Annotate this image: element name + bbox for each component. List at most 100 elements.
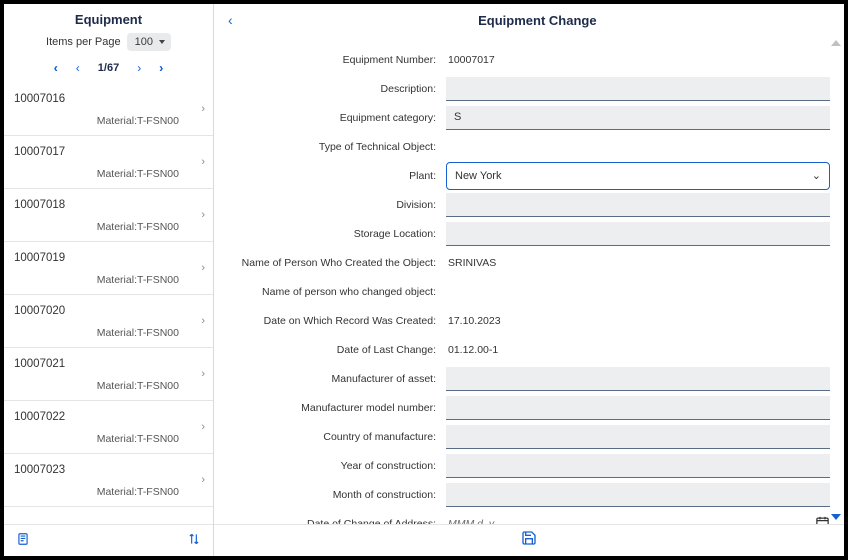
label-manufacturer: Manufacturer of asset: <box>228 373 436 385</box>
row-month-construction: Month of construction: <box>228 480 830 509</box>
list-item-material: Material:T-FSN00 <box>14 274 203 286</box>
row-country: Country of manufacture: <box>228 422 830 451</box>
row-equipment-category: Equipment category: <box>228 103 830 132</box>
input-country[interactable] <box>446 425 830 449</box>
input-year-construction[interactable] <box>446 454 830 478</box>
label-plant: Plant: <box>228 170 436 182</box>
chevron-right-icon: › <box>201 209 205 221</box>
label-tech-object: Type of Technical Object: <box>228 141 436 153</box>
chevron-right-icon: › <box>201 103 205 115</box>
input-description[interactable] <box>446 77 830 101</box>
label-division: Division: <box>228 199 436 211</box>
list-item-material: Material:T-FSN00 <box>14 221 203 233</box>
items-per-page-value: 100 <box>135 36 153 48</box>
detail-header: ‹ Equipment Change <box>214 4 844 39</box>
sidebar-footer <box>4 524 213 556</box>
input-storage-location[interactable] <box>446 222 830 246</box>
detail-footer <box>214 524 844 556</box>
row-description: Description: <box>228 74 830 103</box>
list-item-material: Material:T-FSN00 <box>14 168 203 180</box>
sidebar-title: Equipment <box>4 4 213 33</box>
detail-panel: ‹ Equipment Change Equipment Number: 100… <box>214 4 844 556</box>
row-storage-location: Storage Location: <box>228 219 830 248</box>
list-item-number: 10007018 <box>14 199 203 211</box>
pager-last-icon[interactable]: ›› <box>159 61 163 75</box>
chevron-right-icon: › <box>201 368 205 380</box>
row-year-construction: Year of construction: <box>228 451 830 480</box>
form[interactable]: Equipment Number: 10007017 Description: … <box>214 39 844 556</box>
select-plant-value: New York <box>455 170 501 182</box>
input-manufacturer[interactable] <box>446 367 830 391</box>
label-country: Country of manufacture: <box>228 431 436 443</box>
back-button[interactable]: ‹ <box>222 10 239 30</box>
list-item[interactable]: 10007018 Material:T-FSN00› <box>4 189 213 242</box>
chevron-right-icon: › <box>201 474 205 486</box>
input-model-number[interactable] <box>446 396 830 420</box>
list-item[interactable]: 10007023 Material:T-FSN00› <box>4 454 213 507</box>
list-item[interactable]: 10007017Material:T-FSN00› <box>4 136 213 189</box>
value-changed-by <box>446 288 450 296</box>
chevron-right-icon: › <box>201 315 205 327</box>
list-item-number: 10007021 <box>14 358 203 370</box>
export-icon[interactable] <box>16 532 30 549</box>
label-date-last-change: Date of Last Change: <box>228 344 436 356</box>
sidebar: Equipment Items per Page 100 ‹‹ ‹ 1/67 ›… <box>4 4 214 556</box>
label-storage-location: Storage Location: <box>228 228 436 240</box>
list-item-number: 10007022 <box>14 411 203 423</box>
label-year-construction: Year of construction: <box>228 460 436 472</box>
row-date-created: Date on Which Record Was Created: 17.10.… <box>228 306 830 335</box>
label-equipment-category: Equipment category: <box>228 112 436 124</box>
app-root: Equipment Items per Page 100 ‹‹ ‹ 1/67 ›… <box>4 4 844 556</box>
list-item[interactable]: 10007019 Material:T-FSN00› <box>4 242 213 295</box>
row-date-last-change: Date of Last Change: 01.12.00-1 <box>228 335 830 364</box>
row-created-by: Name of Person Who Created the Object: S… <box>228 248 830 277</box>
label-created-by: Name of Person Who Created the Object: <box>228 257 436 269</box>
value-date-last-change: 01.12.00-1 <box>446 340 500 360</box>
input-division[interactable] <box>446 193 830 217</box>
chevron-right-icon: › <box>201 421 205 433</box>
value-equipment-number: 10007017 <box>446 50 497 70</box>
chevron-right-icon: › <box>201 262 205 274</box>
list-item[interactable]: 10007016Material:T-FSN00› <box>4 83 213 136</box>
list-item-number: 10007016 <box>14 93 203 105</box>
sort-icon[interactable] <box>187 532 201 549</box>
list-item-number: 10007023 <box>14 464 203 476</box>
select-plant[interactable]: New York ⌄ <box>446 162 830 190</box>
pager-page-display: 1/67 <box>98 62 119 74</box>
list-item[interactable]: 10007022 Material:T-FSN00› <box>4 401 213 454</box>
items-per-page-row: Items per Page 100 <box>4 33 213 55</box>
label-description: Description: <box>228 83 436 95</box>
row-tech-object: Type of Technical Object: <box>228 132 830 161</box>
row-manufacturer: Manufacturer of asset: <box>228 364 830 393</box>
pager-nav: ‹‹ ‹ 1/67 › ›› <box>4 55 213 83</box>
scroll-up-icon[interactable] <box>831 40 841 46</box>
label-model-number: Manufacturer model number: <box>228 402 436 414</box>
pager-first-icon[interactable]: ‹‹ <box>54 61 58 75</box>
list-item[interactable]: 10007021 Material:T-FSN00› <box>4 348 213 401</box>
label-changed-by: Name of person who changed object: <box>228 286 436 298</box>
list-item-material: Material:T-FSN00 <box>14 433 203 445</box>
row-model-number: Manufacturer model number: <box>228 393 830 422</box>
row-division: Division: <box>228 190 830 219</box>
equipment-list[interactable]: 10007016Material:T-FSN00›10007017Materia… <box>4 83 213 524</box>
label-equipment-number: Equipment Number: <box>228 54 436 66</box>
save-button[interactable] <box>521 530 537 551</box>
pager-next-icon[interactable]: › <box>137 61 141 75</box>
row-plant: Plant: New York ⌄ <box>228 161 830 190</box>
value-created-by: SRINIVAS <box>446 253 498 273</box>
list-item[interactable]: 10007020Material:T-FSN00› <box>4 295 213 348</box>
value-date-created: 17.10.2023 <box>446 311 503 331</box>
items-per-page-label: Items per Page <box>46 36 121 48</box>
detail-title: Equipment Change <box>239 13 836 28</box>
list-item-number: 10007017 <box>14 146 203 158</box>
items-per-page-select[interactable]: 100 <box>127 33 171 51</box>
list-item-number: 10007019 <box>14 252 203 264</box>
pager-prev-icon[interactable]: ‹ <box>76 61 80 75</box>
value-tech-object <box>446 143 450 151</box>
scroll-down-icon[interactable] <box>831 514 841 520</box>
input-month-construction[interactable] <box>446 483 830 507</box>
list-item-material: Material:T-FSN00 <box>14 380 203 392</box>
label-month-construction: Month of construction: <box>228 489 436 501</box>
input-equipment-category[interactable] <box>446 106 830 130</box>
list-item-material: Material:T-FSN00 <box>14 486 203 498</box>
